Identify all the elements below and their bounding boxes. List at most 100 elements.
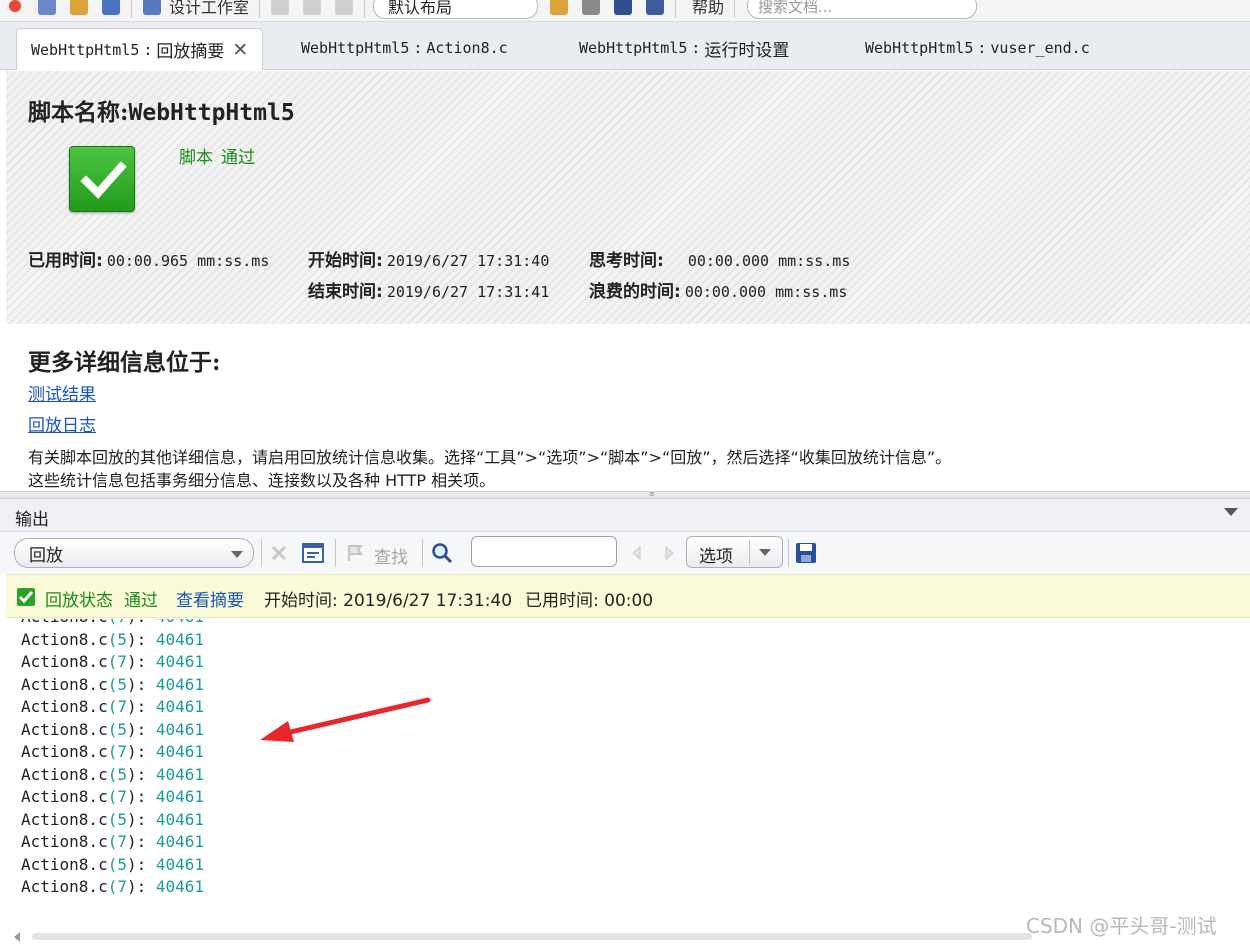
toolbar-separator bbox=[734, 0, 736, 18]
log-value: 40461 bbox=[155, 629, 205, 649]
log-line-number: 7 bbox=[117, 787, 127, 806]
help-search-input[interactable]: 搜索文档... bbox=[747, 0, 978, 19]
find-input[interactable] bbox=[471, 536, 617, 567]
layout-combo[interactable]: 默认布局 bbox=[373, 0, 539, 19]
csdn-watermark: CSDN @平头哥-测试 bbox=[1026, 914, 1217, 938]
tab-replay-summary[interactable]: WebHttpHtml5 : 回放摘要 ✕ bbox=[16, 28, 264, 70]
log-line-number: 5 bbox=[117, 719, 127, 739]
chevron-down-icon[interactable] bbox=[1224, 508, 1238, 516]
pass-check-icon bbox=[17, 588, 35, 606]
log-paren-close: ): bbox=[126, 629, 156, 649]
design-studio-button[interactable]: 设计工作室 bbox=[169, 0, 249, 18]
next-icon[interactable] bbox=[657, 542, 679, 564]
save-icon[interactable] bbox=[38, 0, 56, 15]
grid-icon[interactable] bbox=[614, 0, 633, 15]
log-value: 40461 bbox=[156, 619, 204, 626]
status-elapsed-time: 已用时间: 00:00 bbox=[525, 591, 654, 611]
log-paren-open: ( bbox=[107, 877, 118, 896]
log-paren-open: ( bbox=[107, 854, 118, 874]
scroll-left-icon[interactable] bbox=[14, 932, 20, 942]
help-button[interactable]: 帮助 bbox=[692, 0, 724, 18]
think-label: 思考时间: bbox=[589, 251, 664, 271]
log-paren-open: ( bbox=[107, 719, 118, 739]
save-output-icon[interactable] bbox=[795, 542, 817, 564]
status-start-time: 开始时间: 2019/6/27 17:31:40 bbox=[264, 591, 513, 611]
script-name-title: 脚本名称:WebHttpHtml5 bbox=[28, 93, 295, 127]
gear-icon[interactable] bbox=[550, 0, 569, 15]
log-paren-open: ( bbox=[108, 619, 118, 626]
options-label: 选项 bbox=[699, 547, 733, 567]
log-lines: Action8.c(7): 40461Action8.c(5): 40461Ac… bbox=[21, 619, 204, 899]
view-summary-link[interactable]: 查看摘要 bbox=[176, 586, 244, 611]
clear-icon[interactable] bbox=[268, 542, 290, 564]
output-source-combo[interactable]: 回放 bbox=[14, 538, 254, 568]
log-paren-open: ( bbox=[107, 629, 118, 649]
replay-status-result: 通过 bbox=[124, 591, 158, 611]
indent-icon[interactable] bbox=[303, 0, 322, 15]
window-icon[interactable] bbox=[646, 0, 665, 15]
log-paren-open: ( bbox=[107, 764, 118, 784]
replay-log-link[interactable]: 回放日志 bbox=[28, 411, 96, 436]
tab-runtime-settings[interactable]: WebHttpHtml5 : 运行时设置 bbox=[565, 28, 803, 68]
replay-status-bar: 回放状态 通过 查看摘要 开始时间: 2019/6/27 17:31:40 已用… bbox=[6, 574, 1250, 618]
log-value: 40461 bbox=[155, 697, 205, 716]
log-file: Action8.c bbox=[21, 832, 108, 851]
options-dropdown-button[interactable]: 选项 bbox=[686, 536, 783, 568]
test-results-link[interactable]: 测试结果 bbox=[28, 380, 96, 405]
tab-vuser-end[interactable]: WebHttpHtml5 : vuser_end.c bbox=[851, 28, 1104, 68]
pane-splitter[interactable]: ≡ bbox=[0, 491, 1250, 499]
log-line: Action8.c(7): 40461 bbox=[21, 619, 204, 629]
toolbar-separator bbox=[788, 539, 789, 567]
log-file: Action8.c bbox=[21, 619, 108, 626]
tab-action8[interactable]: WebHttpHtml5 : Action8.c bbox=[287, 28, 522, 68]
end-time: 结束时间: 2019/6/27 17:31:41 bbox=[308, 277, 549, 302]
toolbar-separator bbox=[335, 539, 336, 567]
tab-label: Action8.c bbox=[426, 39, 508, 57]
log-paren-close: ): bbox=[126, 787, 156, 806]
debug-icon[interactable] bbox=[70, 0, 88, 15]
run-icon[interactable] bbox=[102, 0, 120, 15]
log-value: 40461 bbox=[155, 674, 205, 694]
log-file: Action8.c bbox=[21, 764, 108, 784]
log-file: Action8.c bbox=[21, 719, 108, 739]
find-icon[interactable] bbox=[345, 542, 367, 564]
record-icon[interactable] bbox=[6, 0, 24, 15]
log-value: 40461 bbox=[155, 764, 205, 784]
prev-glyph bbox=[632, 545, 641, 561]
think-time: 思考时间: 00:00.000 mm:ss.ms bbox=[589, 246, 850, 271]
tools-icon[interactable] bbox=[582, 0, 601, 15]
close-icon[interactable]: ✕ bbox=[232, 39, 248, 61]
status-result: 通过 bbox=[221, 148, 255, 168]
options-divider bbox=[749, 540, 750, 564]
scrollbar-thumb[interactable] bbox=[32, 933, 1032, 940]
log-paren-close: ): bbox=[126, 674, 156, 694]
chevron-down-icon bbox=[231, 551, 243, 558]
floppy-glyph bbox=[796, 543, 816, 563]
outdent-icon[interactable] bbox=[335, 0, 354, 15]
replay-log-output[interactable]: Action8.c(7): 40461Action8.c(5): 40461Ac… bbox=[6, 619, 1250, 927]
annotation-arrow-icon bbox=[260, 697, 431, 742]
find-button-label[interactable]: 查找 bbox=[374, 543, 408, 568]
prev-icon[interactable] bbox=[627, 542, 649, 564]
list-icon[interactable] bbox=[271, 0, 290, 15]
checkmark-icon bbox=[18, 591, 34, 604]
log-value: 40461 bbox=[155, 742, 205, 761]
search-icon[interactable] bbox=[431, 542, 453, 564]
toolbar-separator bbox=[261, 539, 262, 567]
magnifier-glyph bbox=[432, 543, 453, 564]
log-paren-close: ): bbox=[126, 854, 156, 874]
log-line-number: 5 bbox=[117, 854, 127, 874]
elapsed-label: 已用时间: bbox=[28, 251, 103, 271]
log-paren-open: ( bbox=[107, 697, 118, 716]
editor-tab-bar: WebHttpHtml5 : 回放摘要 ✕ WebHttpHtml5 : Act… bbox=[0, 22, 1250, 70]
clear-x-glyph bbox=[271, 545, 287, 561]
log-line: Action8.c(5): 40461 bbox=[21, 854, 204, 877]
start-time: 开始时间: 2019/6/27 17:31:40 bbox=[308, 246, 549, 271]
main-toolbar: 设计工作室 默认布局 帮助 搜索文档... bbox=[0, 0, 1250, 22]
splitter-grip-icon[interactable]: ≡ bbox=[649, 491, 661, 498]
start-value: 2019/6/27 17:31:40 bbox=[386, 252, 550, 270]
log-file: Action8.c bbox=[21, 877, 108, 896]
wrap-icon[interactable] bbox=[302, 542, 324, 564]
log-file: Action8.c bbox=[21, 854, 108, 874]
log-file: Action8.c bbox=[21, 674, 108, 694]
